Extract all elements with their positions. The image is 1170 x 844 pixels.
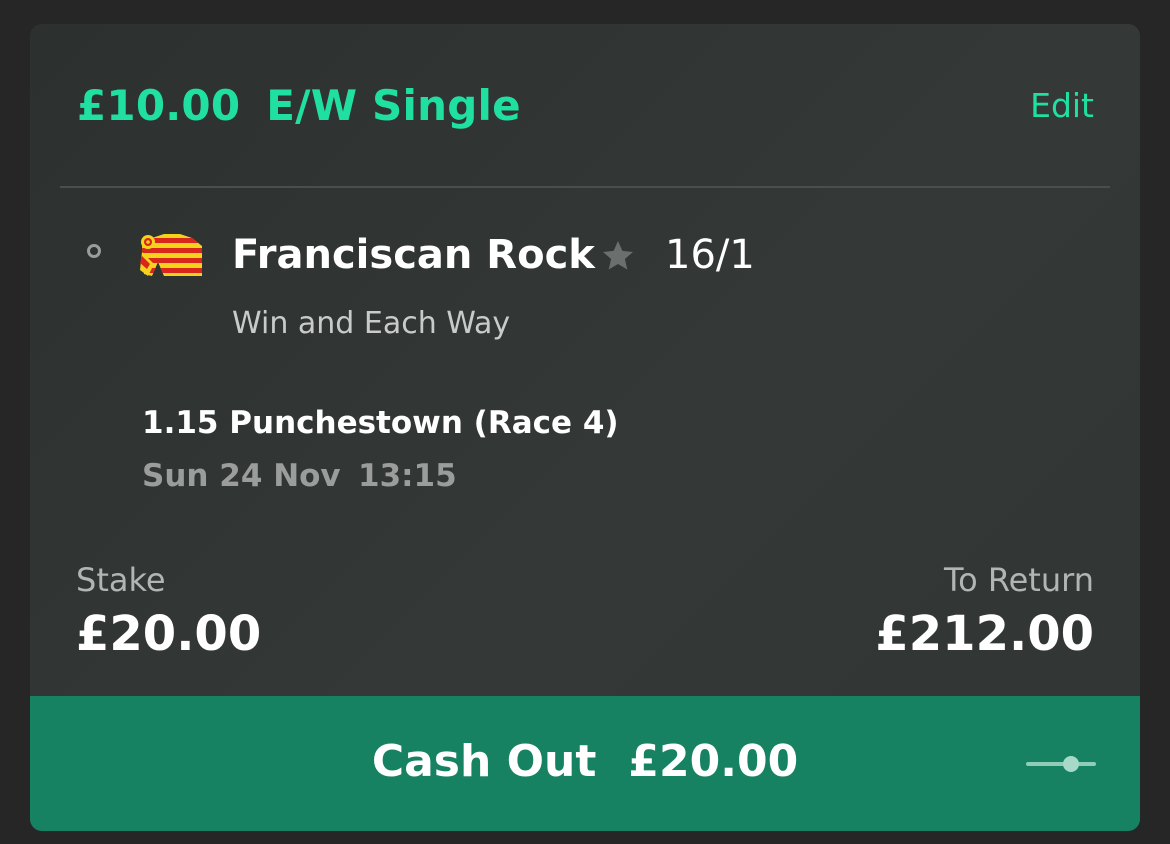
- bet-stake-per-way: £10.00: [77, 81, 241, 130]
- stake-value: £20.00: [76, 606, 262, 662]
- bet-type: E/W Single: [266, 81, 521, 130]
- slider-icon[interactable]: [1026, 754, 1096, 774]
- event-name: 1.15 Punchestown (Race 4): [142, 405, 619, 441]
- bet-header: £10.00 E/W Single Edit: [30, 24, 1140, 186]
- edit-button[interactable]: Edit: [1030, 86, 1094, 125]
- cash-out-label: Cash Out: [371, 736, 597, 787]
- cash-out-amount: £20.00: [628, 736, 799, 787]
- runner-name: Franciscan Rock: [232, 232, 595, 278]
- market-name: Win and Each Way: [232, 306, 511, 341]
- stake-label: Stake: [76, 561, 166, 599]
- bet-title: £10.00 E/W Single: [77, 81, 521, 130]
- event-time: 13:15: [358, 458, 457, 494]
- selection-status-icon: [87, 244, 101, 258]
- to-return-value: £212.00: [875, 606, 1094, 662]
- jockey-silks-icon: [140, 234, 202, 276]
- star-icon[interactable]: [600, 238, 636, 274]
- cash-out-text: Cash Out £20.00: [30, 736, 1140, 787]
- header-divider: [60, 186, 1110, 188]
- cash-out-button[interactable]: Cash Out £20.00: [30, 696, 1140, 831]
- bet-card: £10.00 E/W Single Edit Franciscan Rock 16…: [30, 24, 1140, 831]
- selection-odds: 16/1: [665, 232, 755, 278]
- to-return-label: To Return: [943, 561, 1094, 599]
- event-date: Sun 24 Nov: [142, 458, 341, 494]
